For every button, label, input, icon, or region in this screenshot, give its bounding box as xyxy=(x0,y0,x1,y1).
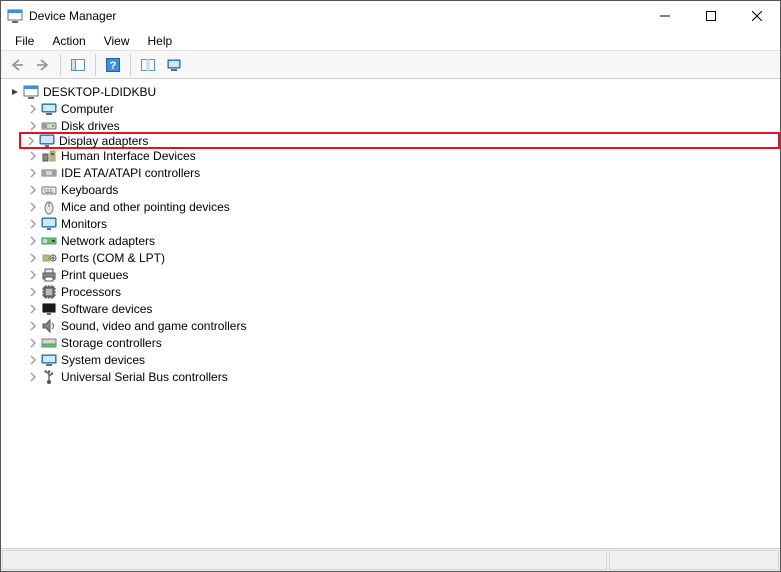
toolbar-separator xyxy=(95,54,96,76)
tree-root[interactable]: DESKTOP-LDIDKBU xyxy=(7,83,778,100)
tree-item-monitors[interactable]: Monitors xyxy=(25,215,778,232)
minimize-button[interactable] xyxy=(642,1,688,31)
sound-video-game-controllers-icon xyxy=(41,318,57,334)
show-hide-console-tree-button[interactable] xyxy=(66,53,90,77)
system-devices-icon xyxy=(41,352,57,368)
tree-item-label: Mice and other pointing devices xyxy=(61,200,230,214)
tree-item-computer[interactable]: Computer xyxy=(25,100,778,117)
tree-item-human-interface-devices[interactable]: Human Interface Devices xyxy=(25,147,778,164)
tree-item-label: Universal Serial Bus controllers xyxy=(61,370,228,384)
mice-and-pointing-devices-icon xyxy=(41,199,57,215)
tree-item-ide-ata-atapi-controllers[interactable]: IDE ATA/ATAPI controllers xyxy=(25,164,778,181)
tree-item-label: IDE ATA/ATAPI controllers xyxy=(61,166,200,180)
expand-icon[interactable] xyxy=(27,286,39,298)
expand-icon[interactable] xyxy=(27,235,39,247)
print-queues-icon xyxy=(41,267,57,283)
tree-item-label: Disk drives xyxy=(61,119,120,133)
usb-controllers-icon xyxy=(41,369,57,385)
expand-icon[interactable] xyxy=(27,320,39,332)
tree-root-label: DESKTOP-LDIDKBU xyxy=(43,85,156,99)
tree-item-label: Processors xyxy=(61,285,121,299)
tree-item-label: Computer xyxy=(61,102,114,116)
forward-button[interactable] xyxy=(31,53,55,77)
tree-item-mice-and-pointing-devices[interactable]: Mice and other pointing devices xyxy=(25,198,778,215)
network-adapters-icon xyxy=(41,233,57,249)
tree-item-label: Network adapters xyxy=(61,234,155,248)
expand-icon[interactable] xyxy=(27,184,39,196)
tree-item-label: Print queues xyxy=(61,268,128,282)
tree-item-ports[interactable]: Ports (COM & LPT) xyxy=(25,249,778,266)
storage-controllers-icon xyxy=(41,335,57,351)
tree-item-label: Software devices xyxy=(61,302,152,316)
disk-drives-icon xyxy=(41,118,57,134)
expand-icon[interactable] xyxy=(27,150,39,162)
computer-root-icon xyxy=(23,84,39,100)
window-controls xyxy=(642,1,780,31)
expand-icon[interactable] xyxy=(27,354,39,366)
human-interface-devices-icon xyxy=(41,148,57,164)
tree-item-print-queues[interactable]: Print queues xyxy=(25,266,778,283)
tree-item-software-devices[interactable]: Software devices xyxy=(25,300,778,317)
expand-icon[interactable] xyxy=(27,252,39,264)
tree-item-processors[interactable]: Processors xyxy=(25,283,778,300)
toolbar-separator xyxy=(60,54,61,76)
monitors-icon xyxy=(41,216,57,232)
menu-file[interactable]: File xyxy=(7,32,42,50)
display-adapters-icon xyxy=(39,133,55,149)
expand-icon[interactable] xyxy=(27,120,39,132)
keyboards-icon xyxy=(41,182,57,198)
tree-item-usb-controllers[interactable]: Universal Serial Bus controllers xyxy=(25,368,778,385)
app-icon xyxy=(7,8,23,24)
expand-icon[interactable] xyxy=(27,167,39,179)
back-button[interactable] xyxy=(5,53,29,77)
menubar: File Action View Help xyxy=(1,31,780,51)
tree-item-label: Storage controllers xyxy=(61,336,162,350)
tree-item-label: Human Interface Devices xyxy=(61,149,196,163)
expand-icon[interactable] xyxy=(27,218,39,230)
tree-item-storage-controllers[interactable]: Storage controllers xyxy=(25,334,778,351)
ide-ata-atapi-controllers-icon xyxy=(41,165,57,181)
collapse-icon[interactable] xyxy=(9,86,21,98)
tree-item-system-devices[interactable]: System devices xyxy=(25,351,778,368)
toolbar: ? xyxy=(1,51,780,79)
expand-icon[interactable] xyxy=(25,135,37,147)
expand-icon[interactable] xyxy=(27,337,39,349)
tree-item-label: Keyboards xyxy=(61,183,118,197)
maximize-button[interactable] xyxy=(688,1,734,31)
statusbar xyxy=(1,549,780,571)
tree-item-label: System devices xyxy=(61,353,145,367)
toolbar-separator xyxy=(130,54,131,76)
tree-item-keyboards[interactable]: Keyboards xyxy=(25,181,778,198)
menu-view[interactable]: View xyxy=(96,32,138,50)
help-button[interactable]: ? xyxy=(101,53,125,77)
devices-button[interactable] xyxy=(162,53,186,77)
tree-item-label: Display adapters xyxy=(59,134,148,148)
tree-item-label: Sound, video and game controllers xyxy=(61,319,246,333)
close-button[interactable] xyxy=(734,1,780,31)
svg-text:?: ? xyxy=(110,60,117,72)
tree-item-label: Monitors xyxy=(61,217,107,231)
titlebar: Device Manager xyxy=(1,1,780,31)
expand-icon[interactable] xyxy=(27,269,39,281)
tree-item-label: Ports (COM & LPT) xyxy=(61,251,165,265)
expand-icon[interactable] xyxy=(27,201,39,213)
computer-icon xyxy=(41,101,57,117)
scan-hardware-button[interactable] xyxy=(136,53,160,77)
menu-help[interactable]: Help xyxy=(140,32,181,50)
expand-icon[interactable] xyxy=(27,371,39,383)
software-devices-icon xyxy=(41,301,57,317)
status-pane-main xyxy=(2,550,607,570)
tree-item-network-adapters[interactable]: Network adapters xyxy=(25,232,778,249)
status-pane-right xyxy=(609,550,779,570)
processors-icon xyxy=(41,284,57,300)
window-title: Device Manager xyxy=(29,9,642,23)
device-tree[interactable]: DESKTOP-LDIDKBU Computer Disk drives Dis… xyxy=(1,79,780,549)
tree-item-sound-video-game-controllers[interactable]: Sound, video and game controllers xyxy=(25,317,778,334)
expand-icon[interactable] xyxy=(27,303,39,315)
expand-icon[interactable] xyxy=(27,103,39,115)
menu-action[interactable]: Action xyxy=(44,32,93,50)
ports-icon xyxy=(41,250,57,266)
